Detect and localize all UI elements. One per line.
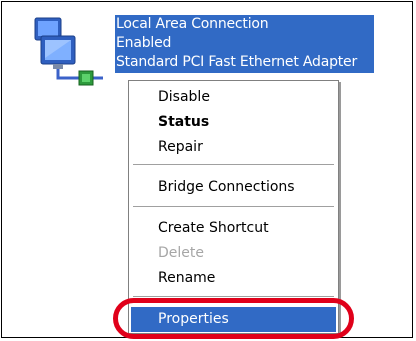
menu-item-properties[interactable]: Properties [131, 307, 336, 332]
connection-status: Enabled [116, 35, 172, 51]
menu-item-bridge-connections[interactable]: Bridge Connections [131, 175, 336, 200]
menu-separator [133, 206, 334, 207]
menu-item-rename[interactable]: Rename [131, 266, 336, 291]
menu-item-disable[interactable]: Disable [131, 85, 336, 110]
menu-item-status[interactable]: Status [131, 110, 336, 135]
network-connection-icon[interactable] [33, 12, 113, 90]
menu-separator [133, 296, 334, 297]
menu-item-create-shortcut[interactable]: Create Shortcut [131, 216, 336, 241]
menu-separator [133, 164, 334, 165]
context-menu: Disable Status Repair Bridge Connections… [128, 80, 339, 334]
explorer-pane: Local Area Connection Enabled Standard P… [1, 1, 413, 339]
connection-device: Standard PCI Fast Ethernet Adapter [116, 54, 358, 70]
menu-item-delete: Delete [158, 245, 204, 261]
connection-name: Local Area Connection [116, 16, 269, 32]
menu-item-repair[interactable]: Repair [131, 135, 336, 160]
connection-label[interactable]: Local Area Connection Enabled Standard P… [115, 15, 374, 73]
